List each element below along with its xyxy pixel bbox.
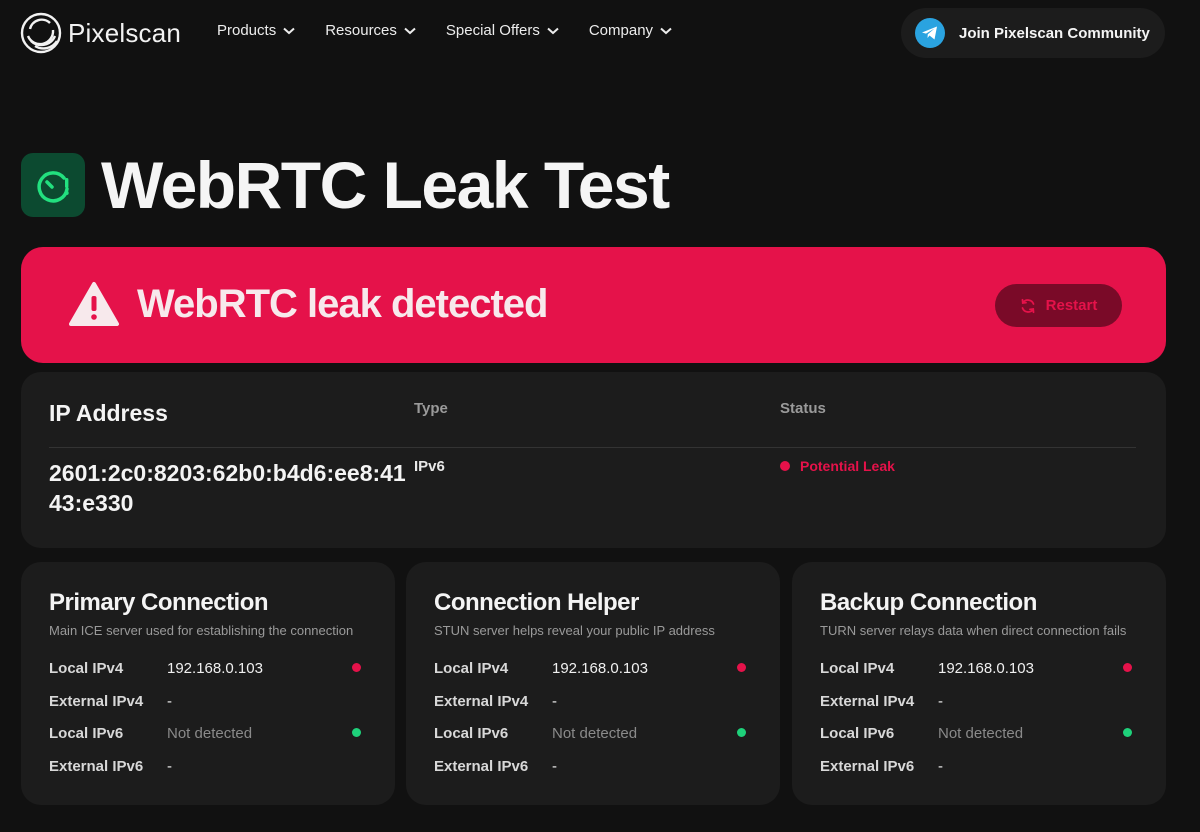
telegram-icon [915, 18, 945, 48]
page-title: WebRTC Leak Test [101, 148, 670, 222]
row-value: 192.168.0.103 [938, 659, 1034, 677]
card-description: Main ICE server used for establishing th… [49, 623, 354, 638]
status-dot-red [352, 663, 361, 672]
status-dot [780, 461, 790, 471]
row-label: External IPv6 [49, 757, 144, 775]
row-local-ipv4: Local IPv4 192.168.0.103 [820, 658, 1140, 678]
column-header-type: Type [414, 400, 448, 417]
row-value: 192.168.0.103 [167, 659, 263, 677]
row-external-ipv6: External IPv6 - [820, 756, 1140, 776]
row-external-ipv6: External IPv6 - [49, 756, 369, 776]
join-community-button[interactable]: Join Pixelscan Community [901, 8, 1165, 58]
card-description: STUN server helps reveal your public IP … [434, 623, 715, 638]
row-value: - [938, 757, 943, 775]
backup-connection-card: Backup Connection TURN server relays dat… [792, 562, 1166, 805]
row-label: Local IPv4 [434, 659, 509, 677]
chevron-down-icon [660, 27, 672, 34]
nav-products[interactable]: Products [217, 22, 295, 39]
card-title: Backup Connection [820, 589, 1037, 616]
status-text: Potential Leak [800, 458, 895, 474]
chevron-down-icon [547, 27, 559, 34]
row-local-ipv6: Local IPv6 Not detected [434, 723, 754, 743]
row-label: External IPv6 [434, 757, 529, 775]
restart-button[interactable]: Restart [995, 284, 1122, 327]
chevron-down-icon [404, 27, 416, 34]
main-nav: Products Resources Special Offers Compan… [217, 22, 702, 39]
table-divider [49, 447, 1136, 448]
row-label: Local IPv4 [820, 659, 895, 677]
brand-logo[interactable]: Pixelscan [20, 12, 181, 54]
row-label: External IPv4 [434, 692, 529, 710]
row-label: External IPv4 [820, 692, 915, 710]
row-value: Not detected [938, 724, 1024, 742]
nav-label: Products [217, 22, 277, 39]
row-value: - [552, 692, 557, 710]
join-community-label: Join Pixelscan Community [959, 24, 1150, 42]
alert-message: WebRTC leak detected [137, 282, 548, 326]
warning-icon [69, 282, 119, 326]
card-title: Connection Helper [434, 589, 639, 616]
row-value: - [552, 757, 557, 775]
nav-special-offers[interactable]: Special Offers [446, 22, 559, 39]
row-label: Local IPv6 [820, 724, 895, 742]
page: Pixelscan Products Resources Special Off… [0, 0, 1200, 832]
row-label: External IPv4 [49, 692, 144, 710]
status-dot-red [1123, 663, 1132, 672]
leak-gauge-icon [21, 153, 85, 217]
status-badge: Potential Leak [780, 458, 895, 474]
row-label: Local IPv6 [434, 724, 509, 742]
row-value: - [167, 757, 172, 775]
column-header-ip: IP Address [49, 400, 168, 426]
page-heading: WebRTC Leak Test [21, 148, 670, 222]
row-local-ipv6: Local IPv6 Not detected [49, 723, 369, 743]
chevron-down-icon [283, 27, 295, 34]
status-dot-green [737, 728, 746, 737]
ip-address-value: 2601:2c0:8203:62b0:b4d6:ee8:4143:e330 [49, 460, 406, 516]
row-external-ipv4: External IPv4 - [434, 691, 754, 711]
brand-name: Pixelscan [68, 17, 182, 48]
card-title: Primary Connection [49, 589, 269, 616]
row-external-ipv4: External IPv4 - [820, 691, 1140, 711]
row-local-ipv4: Local IPv4 192.168.0.103 [49, 658, 369, 678]
nav-label: Company [588, 22, 654, 39]
row-value: 192.168.0.103 [552, 659, 648, 677]
leak-alert-banner: WebRTC leak detected Restart [21, 247, 1166, 363]
row-value: Not detected [552, 724, 638, 742]
nav-label: Resources [325, 22, 397, 39]
row-external-ipv6: External IPv6 - [434, 756, 754, 776]
primary-connection-card: Primary Connection Main ICE server used … [21, 562, 395, 805]
row-label: Local IPv4 [49, 659, 124, 677]
row-label: External IPv6 [820, 757, 915, 775]
column-header-status: Status [780, 400, 826, 417]
nav-label: Special Offers [445, 22, 540, 39]
row-value: - [938, 692, 943, 710]
status-dot-green [352, 728, 361, 737]
connection-helper-card: Connection Helper STUN server helps reve… [406, 562, 780, 805]
card-description: TURN server relays data when direct conn… [820, 623, 1127, 638]
restart-label: Restart [1045, 297, 1098, 314]
row-local-ipv4: Local IPv4 192.168.0.103 [434, 658, 754, 678]
top-navigation: Pixelscan Products Resources Special Off… [0, 0, 1200, 66]
row-value: Not detected [167, 724, 253, 742]
row-label: Local IPv6 [49, 724, 124, 742]
status-dot-green [1123, 728, 1132, 737]
row-external-ipv4: External IPv4 - [49, 691, 369, 711]
ip-address-table: IP Address Type Status 2601:2c0:8203:62b… [21, 372, 1166, 548]
pixelscan-logo-icon [20, 12, 62, 54]
status-dot-red [737, 663, 746, 672]
nav-company[interactable]: Company [589, 22, 672, 39]
nav-resources[interactable]: Resources [325, 22, 416, 39]
row-value: - [167, 692, 172, 710]
refresh-icon [1021, 298, 1035, 313]
ip-type-value: IPv6 [414, 458, 445, 475]
row-local-ipv6: Local IPv6 Not detected [820, 723, 1140, 743]
